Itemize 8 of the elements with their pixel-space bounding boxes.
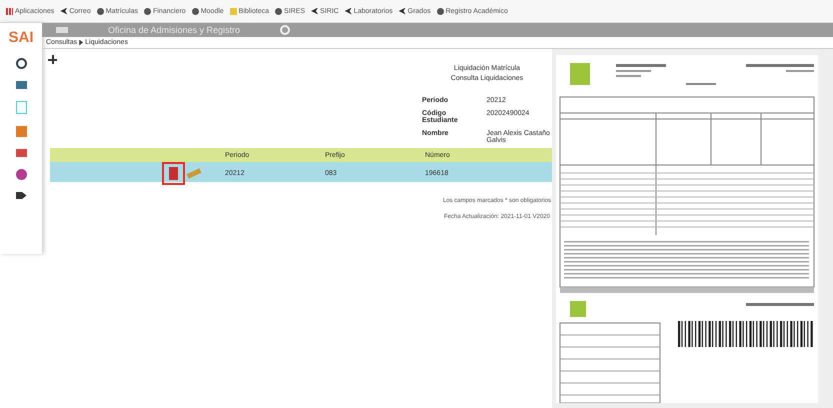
pdf-icon[interactable]: [162, 162, 185, 185]
chevron-icon: [79, 40, 84, 46]
search-icon[interactable]: [16, 58, 26, 69]
card-icon[interactable]: [16, 81, 26, 89]
exit-icon[interactable]: [16, 192, 26, 199]
header-title: Oficina de Admisiones y Registro: [108, 25, 240, 35]
plus-icon[interactable]: [48, 55, 57, 64]
app-logo: SAI: [8, 29, 34, 46]
